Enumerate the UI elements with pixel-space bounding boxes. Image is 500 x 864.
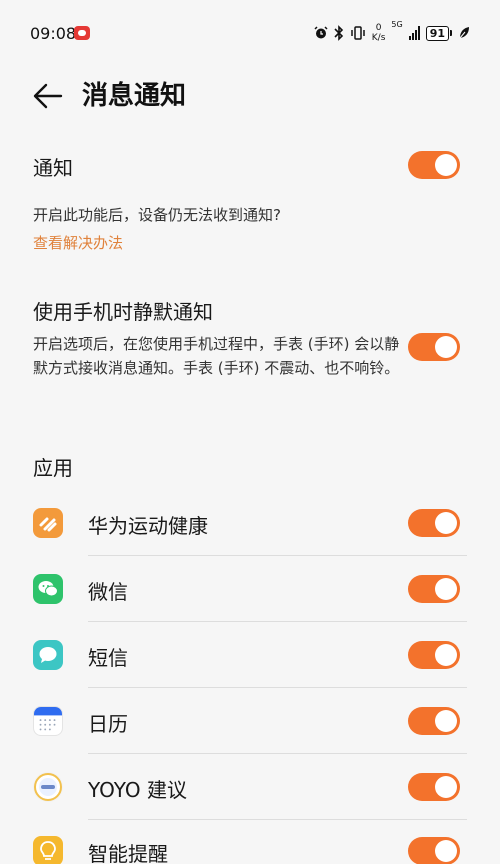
bluetooth-icon	[334, 25, 343, 41]
status-icons: 0 K/s 5G 91	[314, 20, 470, 44]
battery-icon: 91	[425, 25, 452, 41]
network-speed: 0 K/s	[372, 23, 386, 43]
divider	[88, 687, 467, 688]
app-name: 微信	[88, 580, 128, 604]
app-name: 华为运动健康	[88, 514, 208, 538]
wechat-icon	[33, 574, 63, 604]
notification-badge-icon	[74, 26, 90, 40]
app-toggle[interactable]	[408, 509, 460, 537]
silent-toggle[interactable]	[408, 333, 460, 361]
divider	[88, 555, 467, 556]
app-name: 日历	[88, 712, 128, 736]
signal-icon	[408, 26, 420, 40]
silent-description: 开启选项后，在您使用手机过程中，手表 (手环) 会以静默方式接收消息通知。手表 …	[33, 335, 400, 377]
network-speed-unit: K/s	[371, 33, 386, 43]
calendar-icon	[33, 706, 63, 736]
app-toggle[interactable]	[408, 837, 460, 864]
page-title: 消息通知	[82, 81, 187, 111]
app-name: 短信	[88, 646, 128, 670]
apps-section-title: 应用	[33, 456, 73, 480]
divider	[88, 753, 467, 754]
app-toggle[interactable]	[408, 707, 460, 735]
huawei-health-icon	[33, 508, 63, 538]
back-button[interactable]	[30, 78, 66, 114]
divider	[88, 621, 467, 622]
status-bar: 09:08 0 K/s 5G 91	[0, 0, 500, 66]
alarm-icon	[314, 26, 328, 39]
status-time: 09:08	[30, 24, 77, 43]
battery-level: 91	[425, 25, 449, 41]
notify-toggle[interactable]	[408, 151, 460, 179]
vibrate-icon	[351, 26, 365, 40]
smart-reminder-icon	[33, 836, 63, 864]
solution-link[interactable]: 查看解决办法	[33, 232, 467, 253]
yoyo-icon	[33, 772, 63, 802]
back-arrow-icon	[33, 83, 63, 109]
network-type: 5G	[391, 20, 403, 29]
notify-hint: 开启此功能后，设备仍无法收到通知?	[33, 206, 281, 224]
app-toggle[interactable]	[408, 641, 460, 669]
leaf-icon	[459, 27, 469, 39]
header: 消息通知	[0, 66, 500, 126]
app-toggle[interactable]	[408, 773, 460, 801]
app-toggle[interactable]	[408, 575, 460, 603]
app-name: 智能提醒	[88, 842, 168, 864]
silent-label: 使用手机时静默通知	[33, 300, 213, 324]
network-speed-value: 0	[375, 23, 382, 33]
divider	[88, 819, 467, 820]
app-name: YOYO 建议	[88, 778, 187, 802]
sms-icon	[33, 640, 63, 670]
notify-label: 通知	[33, 156, 73, 180]
